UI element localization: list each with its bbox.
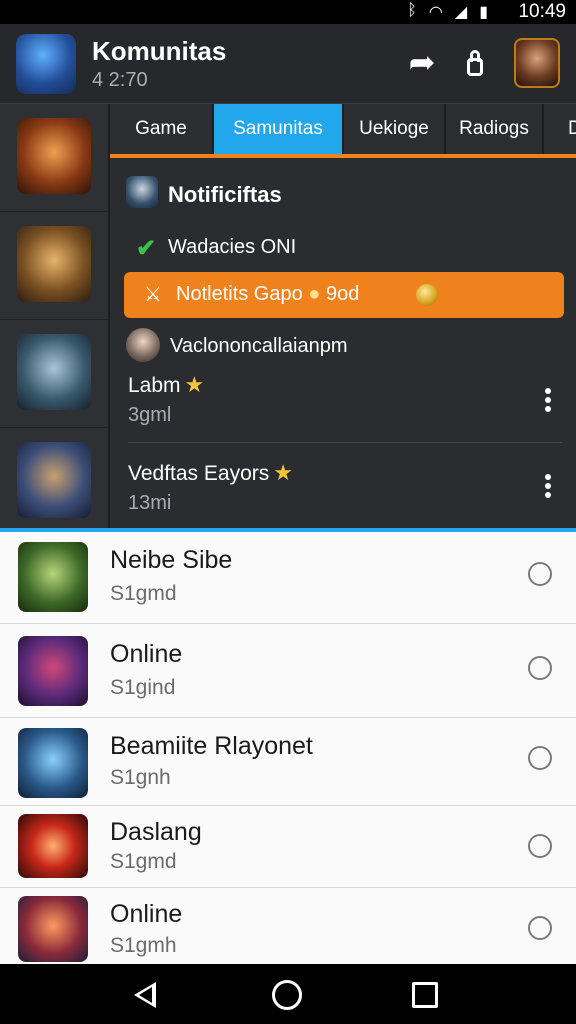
game-thumbnail [18,896,88,962]
more-options-icon[interactable] [544,474,552,502]
game-list: Neibe Sibe S1gmd Online S1gind Beamiite … [0,532,576,964]
notifications-title: Notificiftas [168,182,282,207]
app-header: Komunitas 4 2:70 ➦ [0,24,576,104]
page-subtitle: 4 2:70 [92,69,148,91]
notification-row-subtitle: 3gml [128,404,172,426]
check-item-label: Wadacies ONI [168,236,297,258]
status-time: 10:49 [518,1,566,22]
game-thumbnail [17,226,91,302]
avatar[interactable] [514,38,560,88]
rail-item[interactable] [0,320,108,428]
list-item-title: Online [110,640,183,668]
list-item-subtitle: S1gind [110,676,176,699]
app-icon[interactable] [16,34,76,94]
game-thumbnail [17,442,91,518]
share-icon[interactable]: ➦ [404,44,440,80]
list-item-subtitle: S1gmh [110,934,177,957]
radio-button[interactable] [528,562,552,586]
list-item[interactable]: Neibe Sibe S1gmd [0,532,576,624]
notification-row-title: Labm ★ [128,372,205,397]
list-item-subtitle: S1gmd [110,850,177,873]
signal-icon: ◢ [454,4,468,21]
bluetooth-icon: ᛒ [407,2,417,19]
list-item[interactable]: Beamiite Rlayonet S1gnh [0,718,576,806]
more-options-icon[interactable] [544,388,552,416]
list-item-subtitle: S1gnh [110,766,171,789]
tab-overflow[interactable]: D [544,104,576,154]
list-item[interactable]: Daslang S1gmd [0,806,576,888]
coin-icon [416,284,438,306]
lock-icon[interactable] [462,48,488,80]
game-thumbnail [17,118,91,194]
list-item-title: Online [110,900,183,928]
star-icon: ★ [184,372,205,397]
game-thumbnail [18,636,88,706]
divider [128,442,562,443]
tab-uekioge[interactable]: Uekioge [344,104,446,154]
notification-avatar-icon [126,176,158,208]
tab-samunitas[interactable]: Samunitas [214,104,344,154]
game-thumbnail [18,814,88,878]
rail-item[interactable] [0,428,108,536]
tab-radiogs[interactable]: Radiogs [446,104,544,154]
list-item-title: Neibe Sibe [110,546,233,574]
user-name: Vaclononcallaianpm [170,335,348,357]
radio-button[interactable] [528,746,552,770]
radio-button[interactable] [528,834,552,858]
tab-game[interactable]: Game [110,104,214,154]
list-item[interactable]: Online S1gmh [0,888,576,964]
game-rail [0,104,108,528]
home-icon[interactable] [272,980,302,1010]
game-thumbnail [18,728,88,798]
list-item-title: Daslang [110,818,202,846]
status-icons: ᛒ ◠ ◢ ▮ [407,2,488,22]
page-title: Komunitas [92,36,227,66]
game-thumbnail [18,542,88,612]
notification-row-subtitle: 13mi [128,492,172,514]
game-thumbnail [17,334,91,410]
highlight-banner[interactable]: ⚔ Notletits Gapo ● 9od [124,272,564,318]
radio-button[interactable] [528,656,552,680]
user-avatar [126,328,160,362]
check-icon: ✔ [136,235,157,262]
list-item[interactable]: Online S1gind [0,624,576,718]
back-icon[interactable] [134,982,156,1008]
list-item-subtitle: S1gmd [110,582,177,605]
tab-bar: Game Samunitas Uekioge Radiogs D [110,104,576,158]
wifi-icon: ◠ [428,4,443,21]
star-icon: ★ [273,460,293,485]
notification-row-title: Vedftas Eayors ★ [128,460,293,485]
radio-button[interactable] [528,916,552,940]
system-nav-bar [0,964,576,1024]
rail-item[interactable] [0,104,108,212]
sword-icon: ⚔ [144,284,162,306]
status-bar: ᛒ ◠ ◢ ▮ 10:49 [0,0,576,24]
battery-icon: ▮ [479,4,488,21]
notifications-panel: Notificiftas ✔ Wadacies ONI ⚔ Notletits … [110,158,576,528]
list-item-title: Beamiite Rlayonet [110,732,313,760]
recent-apps-icon[interactable] [412,982,438,1008]
rail-item[interactable] [0,212,108,320]
highlight-text: Notletits Gapo ● 9od [176,283,360,305]
